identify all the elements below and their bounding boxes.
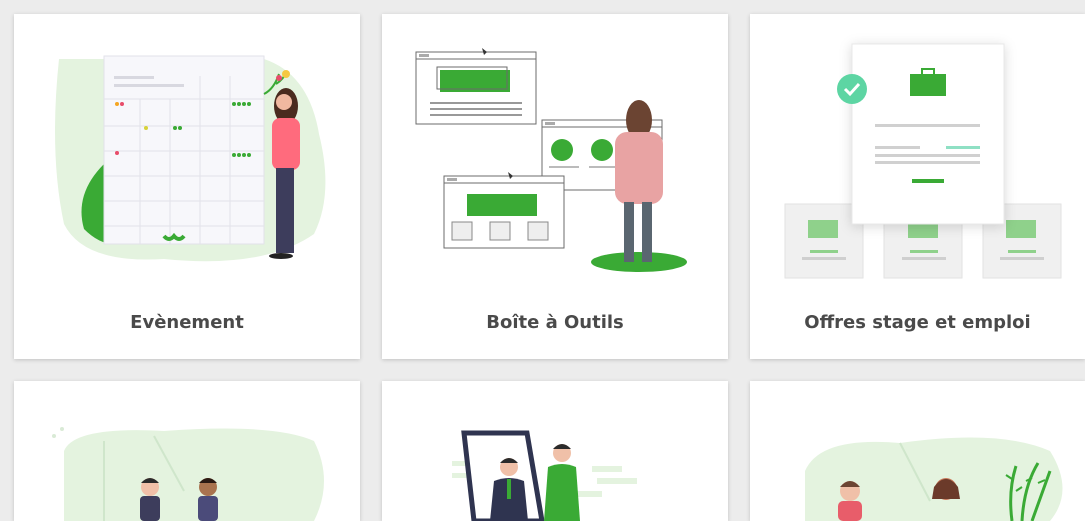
people-plants-illustration (805, 437, 1063, 521)
card-5[interactable] (382, 381, 728, 521)
card-label-boite-a-outils: Boîte à Outils (486, 312, 624, 333)
card-evenement[interactable]: Evènement (14, 14, 360, 359)
calendar-planning-illustration (55, 55, 326, 262)
meeting-people-illustration (52, 427, 324, 521)
job-offers-document-illustration (784, 43, 1062, 279)
card-boite-a-outils[interactable]: Boîte à Outils (382, 14, 728, 359)
category-grid: Evènement Boîte à Outils Offres stage et… (0, 0, 1085, 521)
mirror-businessman-illustration (452, 430, 637, 521)
card-label-offres-stage-emploi: Offres stage et emploi (804, 312, 1031, 333)
toolbox-browser-windows-illustration (415, 48, 687, 272)
card-6[interactable] (750, 381, 1085, 521)
card-label-evenement: Evènement (130, 312, 244, 333)
card-offres-stage-emploi[interactable]: Offres stage et emploi (750, 14, 1085, 359)
card-4[interactable] (14, 381, 360, 521)
